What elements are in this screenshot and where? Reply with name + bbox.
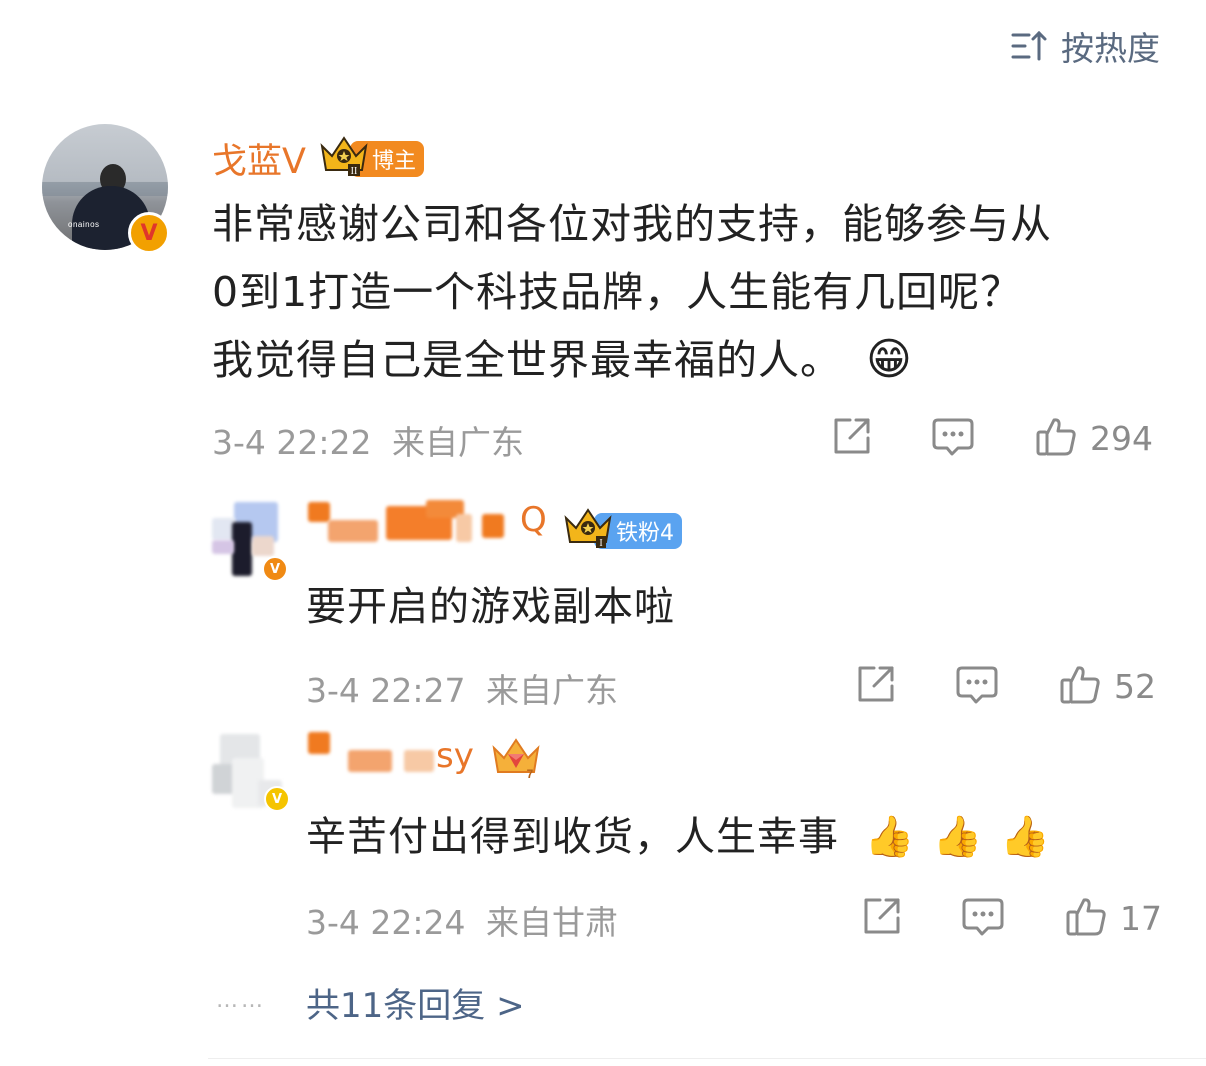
comment-line: 我觉得自己是全世界最幸福的人。 <box>212 336 842 384</box>
comment-location: 来自广东 <box>392 423 524 462</box>
reply-text: 辛苦付出得到收货，人生幸事 <box>306 814 839 860</box>
avatar-logo-text: onainos <box>68 220 100 229</box>
comment-line: 0到1打造一个科技品牌，人生能有几回呢？ <box>212 268 1023 316</box>
like-button[interactable]: 294 <box>1034 414 1153 462</box>
comment-bubble-icon <box>960 894 1006 944</box>
reply-author-badges: I 铁粉4 <box>562 504 682 557</box>
crown-icon: II <box>318 132 370 185</box>
more-replies-dots: …… <box>216 988 266 1013</box>
comment-author[interactable]: 戈蓝V II 博主 <box>212 132 424 185</box>
share-button[interactable] <box>860 894 904 942</box>
share-icon <box>854 662 898 710</box>
svg-text:I: I <box>599 538 602 548</box>
reply-author-name: Q <box>520 500 547 540</box>
like-button[interactable]: 17 <box>1064 894 1162 942</box>
reply-button[interactable] <box>954 662 1000 712</box>
like-count: 52 <box>1114 666 1156 706</box>
reply-location: 来自甘肃 <box>486 903 618 942</box>
view-all-replies-link[interactable]: 共11条回复 > <box>306 978 525 1027</box>
comment-line: 非常感谢公司和各位对我的支持，能够参与从 <box>212 200 1052 248</box>
share-icon <box>860 894 904 942</box>
share-icon <box>830 414 874 462</box>
sort-label: 按热度 <box>1061 29 1160 68</box>
reply-button[interactable] <box>960 894 1006 944</box>
crown-icon: 7 <box>490 734 542 786</box>
verified-badge-icon: V <box>128 212 170 254</box>
svg-text:7: 7 <box>527 767 534 781</box>
sort-by-hot-button[interactable]: 按热度 <box>1011 22 1160 70</box>
share-button[interactable] <box>854 662 898 710</box>
author-name: 戈蓝V <box>212 142 306 182</box>
reply-button[interactable] <box>930 414 976 464</box>
reply-meta: 3-4 22:27 来自广东 <box>306 664 618 712</box>
reply-author[interactable]: Q <box>308 500 547 546</box>
thumbs-up-icon <box>1058 662 1102 710</box>
like-count: 17 <box>1120 898 1162 938</box>
grin-emoji: 😁 <box>866 334 913 385</box>
verified-badge-icon: V <box>262 556 288 582</box>
thumbs-up-icon <box>1034 414 1078 462</box>
thumbs-up-emoji: 👍👍👍 <box>864 814 1069 860</box>
reply-time: 3-4 22:27 <box>306 671 466 710</box>
comment-time: 3-4 22:22 <box>212 423 372 462</box>
like-count: 294 <box>1090 418 1153 458</box>
svg-text:II: II <box>351 166 358 176</box>
reply-author-name: sy <box>436 736 474 776</box>
verified-badge-icon: V <box>264 786 290 812</box>
crown-icon: I <box>562 504 614 557</box>
share-button[interactable] <box>830 414 874 462</box>
comment-line-with-emoji: 我觉得自己是全世界最幸福的人。 😁 <box>212 326 1052 394</box>
divider <box>208 1058 1206 1059</box>
sort-icon <box>1011 29 1049 63</box>
thumbs-up-icon <box>1064 894 1108 942</box>
reply-text: 要开启的游戏副本啦 <box>306 584 675 630</box>
comment-bubble-icon <box>930 414 976 464</box>
reply-time: 3-4 22:24 <box>306 903 466 942</box>
like-button[interactable]: 52 <box>1058 662 1156 710</box>
reply-author[interactable]: sy <box>308 730 488 776</box>
reply-text-row: 辛苦付出得到收货，人生幸事 👍👍👍 <box>306 804 1068 862</box>
comment-bubble-icon <box>954 662 1000 712</box>
reply-location: 来自广东 <box>486 671 618 710</box>
comment-text: 非常感谢公司和各位对我的支持，能够参与从 0到1打造一个科技品牌，人生能有几回呢… <box>212 190 1052 394</box>
comment-meta: 3-4 22:22 来自广东 <box>212 416 524 464</box>
reply-meta: 3-4 22:24 来自甘肃 <box>306 896 618 944</box>
